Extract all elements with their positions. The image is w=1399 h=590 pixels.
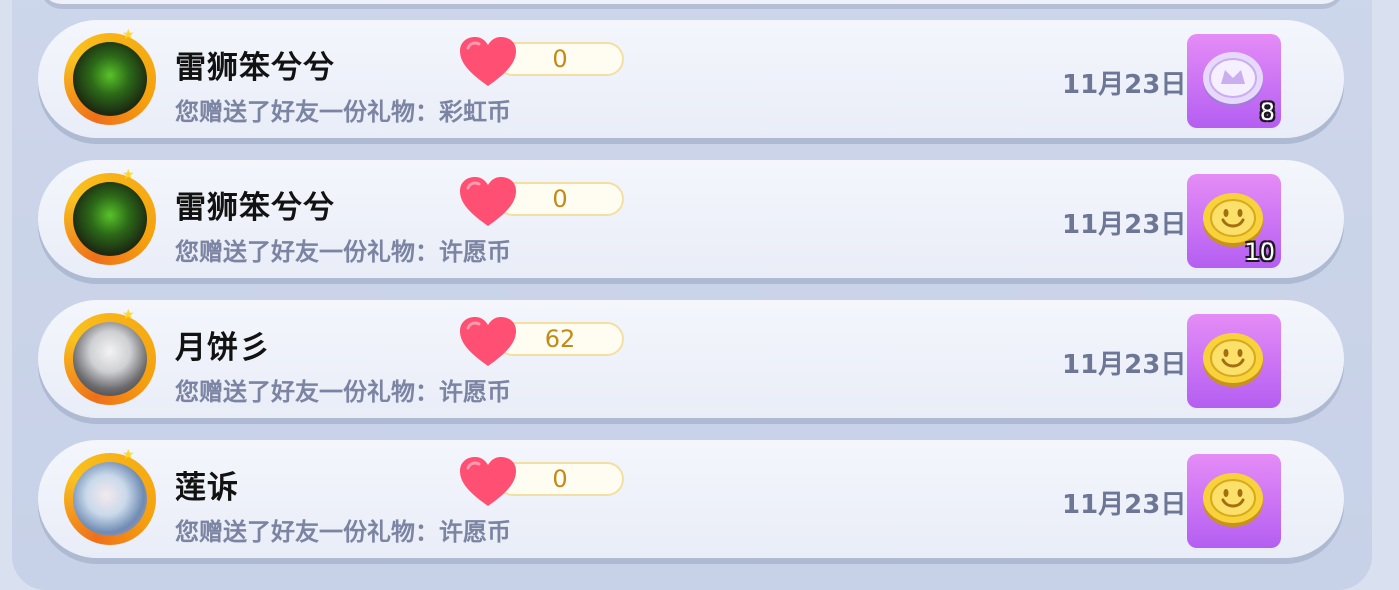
avatar-image bbox=[73, 462, 147, 536]
like-counter[interactable]: 0 bbox=[458, 457, 628, 506]
gift-item[interactable] bbox=[1187, 454, 1281, 548]
friend-name: 莲诉 bbox=[175, 470, 239, 506]
gift-record-row[interactable]: ★ 莲诉 您赠送了好友一份礼物：许愿币 0 11月23日 bbox=[38, 440, 1344, 558]
gift-quantity: 10 bbox=[1244, 238, 1275, 266]
friend-name: 雷狮笨兮兮 bbox=[175, 50, 335, 86]
star-icon: ★ bbox=[122, 307, 135, 323]
star-icon: ★ bbox=[122, 167, 135, 183]
gift-record-row[interactable]: ★ 雷狮笨兮兮 您赠送了好友一份礼物：彩虹币 0 11月23日 8 bbox=[38, 20, 1344, 138]
gift-item[interactable] bbox=[1187, 314, 1281, 408]
wish-coin-icon bbox=[1203, 473, 1263, 527]
gift-record-row[interactable]: ★ 月饼彡 您赠送了好友一份礼物：许愿币 62 11月23日 bbox=[38, 300, 1344, 418]
gift-record-row[interactable]: ★ 雷狮笨兮兮 您赠送了好友一份礼物：许愿币 0 11月23日 10 bbox=[38, 160, 1344, 278]
avatar-image bbox=[73, 322, 147, 396]
avatar-image bbox=[73, 42, 147, 116]
gift-description: 您赠送了好友一份礼物：许愿币 bbox=[175, 518, 511, 546]
star-icon: ★ bbox=[122, 27, 135, 43]
heart-icon[interactable] bbox=[458, 36, 518, 88]
heart-icon[interactable] bbox=[458, 176, 518, 228]
gift-item[interactable]: 10 bbox=[1187, 174, 1281, 268]
gift-description: 您赠送了好友一份礼物：彩虹币 bbox=[175, 98, 511, 126]
rainbow-coin-icon bbox=[1203, 52, 1263, 107]
previous-row-edge bbox=[40, 0, 1344, 4]
friend-name: 月饼彡 bbox=[175, 330, 271, 366]
star-icon: ★ bbox=[122, 447, 135, 463]
like-counter[interactable]: 0 bbox=[458, 37, 628, 86]
avatar[interactable]: ★ bbox=[64, 307, 156, 405]
heart-icon[interactable] bbox=[458, 456, 518, 508]
avatar-image bbox=[73, 182, 147, 256]
gift-date: 11月23日 bbox=[1062, 350, 1187, 380]
avatar[interactable]: ★ bbox=[64, 167, 156, 265]
like-counter[interactable]: 62 bbox=[458, 317, 628, 366]
avatar[interactable]: ★ bbox=[64, 447, 156, 545]
wish-coin-icon bbox=[1203, 333, 1263, 387]
gift-description: 您赠送了好友一份礼物：许愿币 bbox=[175, 238, 511, 266]
avatar[interactable]: ★ bbox=[64, 27, 156, 125]
gift-date: 11月23日 bbox=[1062, 70, 1187, 100]
gift-description: 您赠送了好友一份礼物：许愿币 bbox=[175, 378, 511, 406]
gift-quantity: 8 bbox=[1259, 98, 1275, 126]
gift-date: 11月23日 bbox=[1062, 210, 1187, 240]
like-counter[interactable]: 0 bbox=[458, 177, 628, 226]
friend-name: 雷狮笨兮兮 bbox=[175, 190, 335, 226]
gift-date: 11月23日 bbox=[1062, 490, 1187, 520]
heart-icon[interactable] bbox=[458, 316, 518, 368]
gift-item[interactable]: 8 bbox=[1187, 34, 1281, 128]
